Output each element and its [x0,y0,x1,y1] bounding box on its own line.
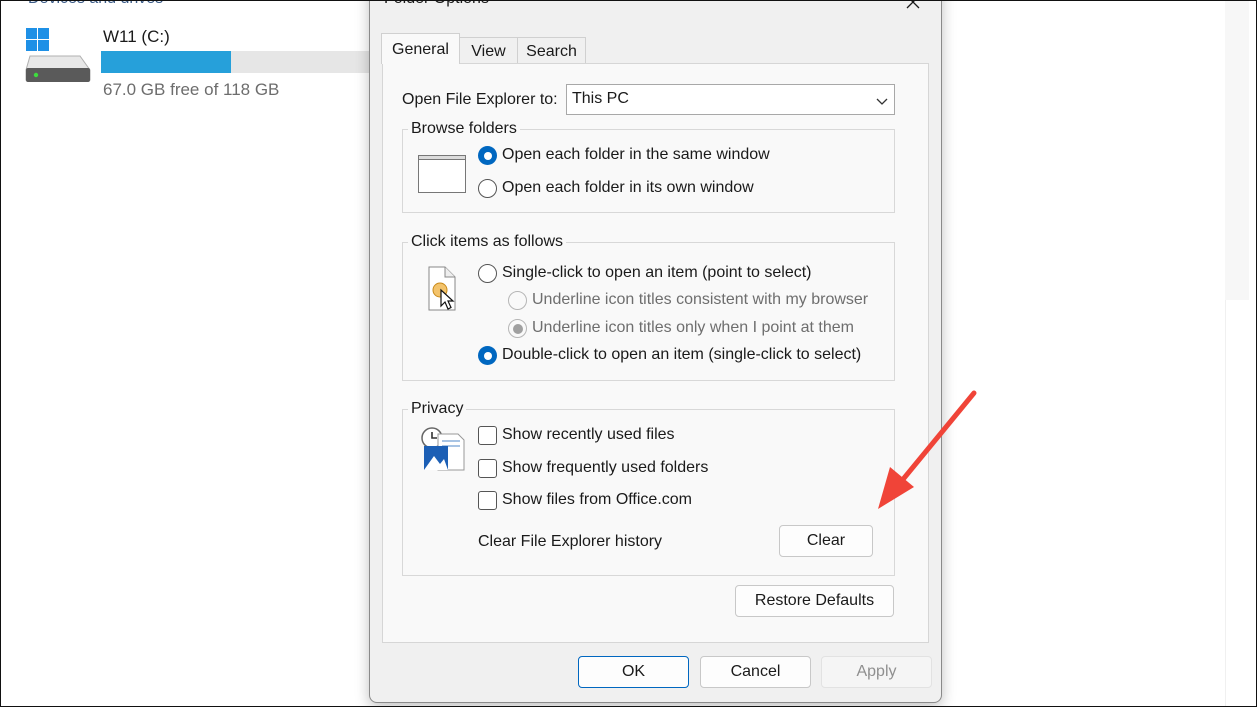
same-window-radio[interactable] [478,146,497,165]
drive-usage-bar [101,51,401,73]
recent-files-icon [418,424,466,472]
cancel-button[interactable]: Cancel [700,656,811,688]
underline-browser-label[interactable]: Underline icon titles consistent with my… [532,291,868,309]
single-click-label[interactable]: Single-click to open an item (point to s… [502,264,811,282]
folder-options-dialog: Folder Options General View Search Open … [369,0,942,703]
drive-free-space: 67.0 GB free of 118 GB [103,80,280,99]
drive-usage-fill [101,51,231,73]
ok-button[interactable]: OK [578,656,689,688]
frequent-folders-label[interactable]: Show frequently used folders [502,459,708,477]
windows-drive-icon[interactable] [24,26,94,86]
browse-folders-group: Browse folders [402,120,895,213]
underline-browser-radio[interactable] [508,291,527,310]
chevron-down-icon [876,94,888,106]
restore-defaults-button[interactable]: Restore Defaults [735,585,894,617]
double-click-label[interactable]: Double-click to open an item (single-cli… [502,346,861,364]
tab-search[interactable]: Search [517,37,586,64]
open-explorer-to-dropdown[interactable]: This PC [566,84,895,115]
recent-files-checkbox[interactable] [478,426,497,445]
office-files-checkbox[interactable] [478,491,497,510]
frequent-folders-checkbox[interactable] [478,459,497,478]
click-items-title: Click items as follows [408,233,567,251]
apply-button[interactable]: Apply [821,656,932,688]
tab-view[interactable]: View [459,37,518,64]
pointer-click-icon [425,266,459,312]
same-window-label[interactable]: Open each folder in the same window [502,146,770,164]
underline-point-label[interactable]: Underline icon titles only when I point … [532,319,854,337]
scrollbar[interactable] [1225,0,1249,300]
underline-point-radio[interactable] [508,319,527,338]
tab-general[interactable]: General [381,33,460,64]
double-click-radio[interactable] [478,346,497,365]
window-illustration-icon [418,155,466,193]
single-click-radio[interactable] [478,264,497,283]
dialog-title: Folder Options [384,0,489,8]
recent-files-label[interactable]: Show recently used files [502,426,675,444]
open-explorer-to-label: Open File Explorer to: [402,91,558,108]
close-icon[interactable] [903,0,923,12]
privacy-title: Privacy [408,400,467,418]
devices-and-drives-header: Devices and drives [28,0,163,8]
own-window-label[interactable]: Open each folder in its own window [502,179,754,197]
clear-history-button[interactable]: Clear [779,525,873,557]
browse-folders-title: Browse folders [408,120,520,138]
annotation-arrow-icon [860,385,990,525]
office-files-label[interactable]: Show files from Office.com [502,491,692,509]
drive-name[interactable]: W11 (C:) [103,27,170,47]
clear-history-label: Clear File Explorer history [478,533,663,550]
dropdown-value: This PC [572,90,629,107]
own-window-radio[interactable] [478,179,497,198]
